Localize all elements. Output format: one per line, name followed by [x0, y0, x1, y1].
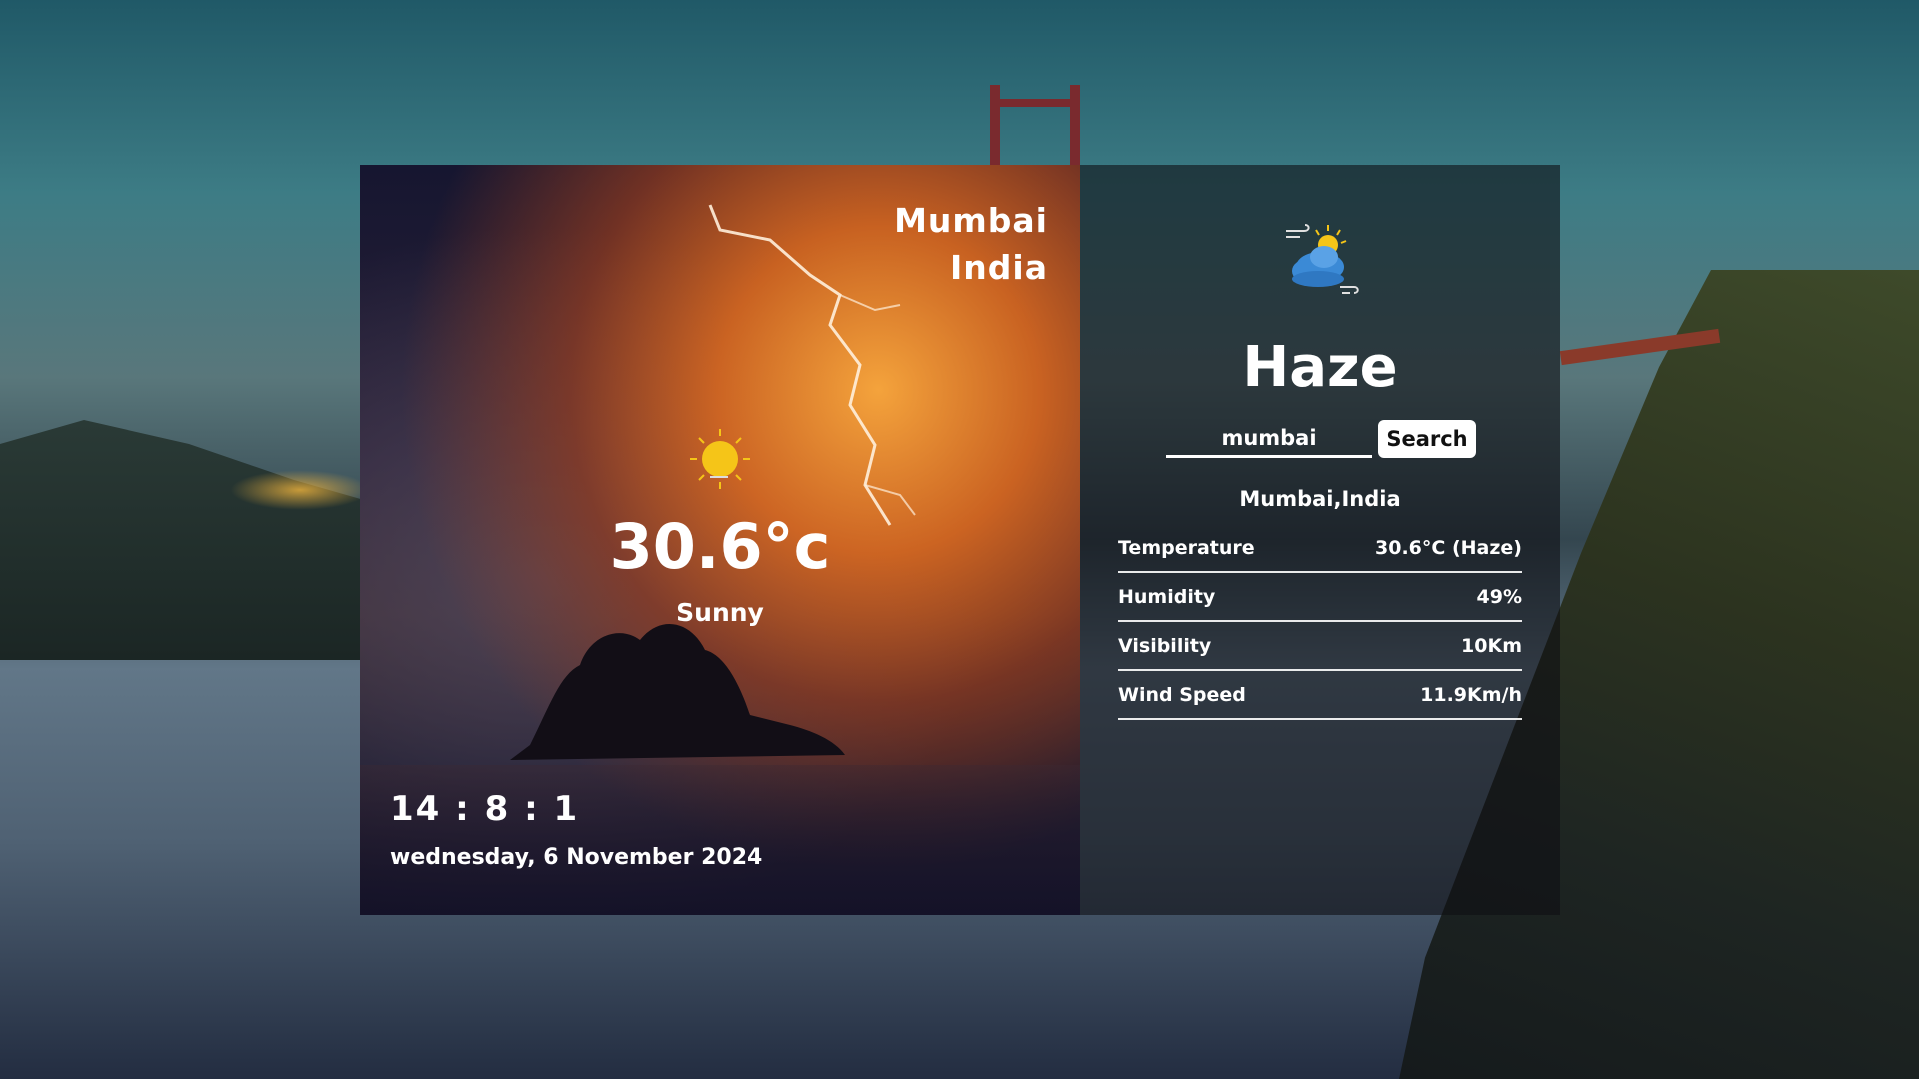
stat-row-temperature: Temperature 30.6°C (Haze) — [1118, 525, 1522, 573]
search-button[interactable]: Search — [1378, 420, 1476, 458]
weather-stats-list: Temperature 30.6°C (Haze) Humidity 49% V… — [1118, 525, 1522, 721]
city-search-input[interactable] — [1166, 420, 1372, 458]
stat-value: 49% — [1476, 586, 1522, 608]
weather-card: Mumbai India 30.6°c Sunny 14 : 8 : 1 wed… — [360, 165, 1560, 915]
current-date: wednesday, 6 November 2024 — [390, 845, 763, 870]
current-condition: Sunny — [676, 598, 764, 627]
location-label: Mumbai,India — [1239, 487, 1401, 511]
weather-headline: Haze — [1242, 335, 1398, 400]
stat-row-humidity: Humidity 49% — [1118, 574, 1522, 622]
water-reflection — [360, 765, 1080, 915]
details-panel: Haze Search Mumbai,India Temperature 30.… — [1080, 165, 1560, 915]
stat-row-visibility: Visibility 10Km — [1118, 623, 1522, 671]
city-name: Mumbai — [894, 201, 1048, 240]
search-bar: Search — [1166, 420, 1496, 460]
stat-value: 10Km — [1461, 635, 1522, 657]
current-weather-panel: Mumbai India 30.6°c Sunny 14 : 8 : 1 wed… — [360, 165, 1080, 915]
stat-label: Temperature — [1118, 537, 1255, 559]
stat-label: Visibility — [1118, 635, 1212, 657]
stat-label: Humidity — [1118, 586, 1216, 608]
stat-value: 30.6°C (Haze) — [1375, 537, 1522, 559]
background-sunset-glow — [230, 470, 370, 510]
city-country-block: Mumbai India — [894, 197, 1048, 291]
sun-icon — [690, 429, 750, 489]
country-name: India — [950, 248, 1048, 287]
haze-cloud-sun-wind-icon — [1286, 224, 1359, 294]
current-time: 14 : 8 : 1 — [390, 789, 580, 829]
stat-row-wind-speed: Wind Speed 11.9Km/h — [1118, 672, 1522, 720]
stat-value: 11.9Km/h — [1420, 684, 1522, 706]
current-temperature: 30.6°c — [609, 510, 831, 583]
background-bridge-tower — [990, 85, 1080, 165]
stat-label: Wind Speed — [1118, 684, 1246, 706]
